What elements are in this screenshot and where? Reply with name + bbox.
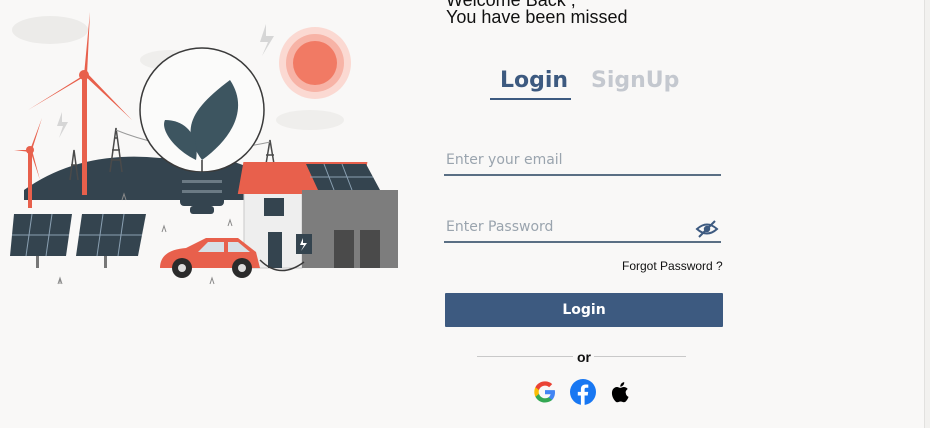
divider-or-label: or [577,349,591,365]
page: Welcome Back , You have been missed Logi… [0,0,930,428]
google-icon[interactable] [531,378,559,406]
eye-slash-icon[interactable] [695,219,719,239]
apple-icon[interactable] [606,378,634,406]
active-tab-indicator [490,98,571,100]
login-card: Welcome Back , You have been missed Logi… [0,0,925,428]
divider-line [594,356,686,357]
login-button[interactable]: Login [445,293,723,327]
subtitle: You have been missed [446,7,628,27]
green-energy-illustration [10,12,398,285]
tab-login[interactable]: Login [500,68,568,93]
divider-line [477,356,573,357]
tab-signup[interactable]: SignUp [591,68,679,93]
email-field[interactable] [444,146,721,176]
forgot-password-link[interactable]: Forgot Password ? [622,259,723,273]
password-field[interactable] [444,213,721,243]
facebook-icon[interactable] [569,378,597,406]
